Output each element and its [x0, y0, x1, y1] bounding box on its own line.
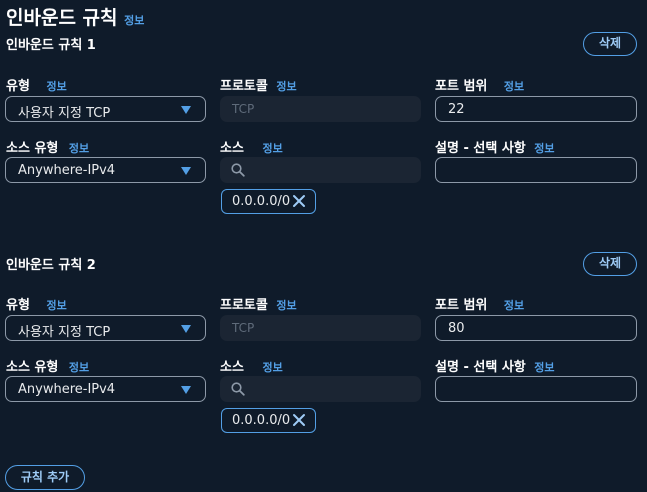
rule-1-port-info-link[interactable]: 정보	[504, 80, 524, 93]
rule-1-desc-label: 설명 - 선택 사항 정보	[435, 141, 555, 156]
rule-2-desc-input[interactable]	[435, 376, 637, 402]
rule-1-delete-button[interactable]: 삭제	[583, 32, 637, 56]
rule-2-source-token-label: 0.0.0.0/0	[232, 413, 291, 428]
rule-1-source-type-value: Anywhere-IPv4	[18, 163, 116, 178]
rule-2-source-info-link[interactable]: 정보	[262, 361, 282, 374]
page-title-text: 인바운드 규칙	[6, 7, 118, 29]
rule-2-protocol-label: 프로토콜 정보	[220, 298, 297, 313]
rule-2-source-type-value: Anywhere-IPv4	[18, 382, 116, 397]
rule-1-protocol-value: TCP	[232, 102, 255, 116]
search-icon	[231, 163, 245, 177]
rule-2-port-input[interactable]: 80	[435, 315, 637, 341]
rule-1-port-label: 포트 범위 정보	[435, 79, 525, 94]
close-icon[interactable]	[291, 193, 307, 209]
rule-1-type-label: 유형 정보	[6, 79, 67, 94]
caret-down-icon	[181, 167, 191, 175]
rule-2-protocol-field: TCP	[220, 315, 421, 341]
rule-1-source-token: 0.0.0.0/0	[221, 189, 316, 214]
caret-down-icon	[181, 386, 191, 394]
caret-down-icon	[181, 325, 191, 333]
page-title: 인바운드 규칙 정보	[6, 3, 144, 30]
rule-1-source-type-info-link[interactable]: 정보	[69, 142, 89, 155]
rule-1-protocol-info-link[interactable]: 정보	[276, 80, 296, 93]
caret-down-icon	[181, 106, 191, 114]
rule-1-port-input[interactable]: 22	[435, 96, 637, 122]
rule-1-protocol-label: 프로토콜 정보	[220, 79, 297, 94]
rule-2-source-type-info-link[interactable]: 정보	[69, 361, 89, 374]
rule-2-type-value: 사용자 지정 TCP	[18, 325, 111, 340]
rule-1-port-value: 22	[448, 102, 465, 117]
rule-1-protocol-field: TCP	[220, 96, 421, 122]
rule-2-type-label: 유형 정보	[6, 298, 67, 313]
rule-2-port-label: 포트 범위 정보	[435, 298, 525, 313]
rule-1-type-value: 사용자 지정 TCP	[18, 106, 111, 121]
rule-1-desc-input[interactable]	[435, 157, 637, 183]
add-rule-button[interactable]: 규칙 추가	[5, 465, 85, 490]
rule-2-port-value: 80	[448, 321, 465, 336]
search-icon	[231, 382, 245, 396]
rule-2-source-label: 소스 정보	[220, 360, 283, 375]
rule-1-source-token-label: 0.0.0.0/0	[232, 194, 291, 209]
close-icon[interactable]	[291, 412, 307, 428]
rule-2-source-type-select[interactable]: Anywhere-IPv4	[5, 376, 206, 402]
rule-1-title: 인바운드 규칙 1	[6, 38, 96, 53]
rule-1-source-label: 소스 정보	[220, 141, 283, 156]
rule-2-type-info-link[interactable]: 정보	[46, 299, 66, 312]
rule-1-source-type-select[interactable]: Anywhere-IPv4	[5, 157, 206, 183]
rule-2-desc-info-link[interactable]: 정보	[534, 361, 554, 374]
rule-2-desc-label: 설명 - 선택 사항 정보	[435, 360, 555, 375]
rule-2-protocol-info-link[interactable]: 정보	[276, 299, 296, 312]
rule-2-title: 인바운드 규칙 2	[6, 258, 96, 273]
rule-1-type-select[interactable]: 사용자 지정 TCP	[5, 96, 206, 122]
rule-2-delete-button[interactable]: 삭제	[583, 252, 637, 276]
rule-1-source-info-link[interactable]: 정보	[262, 142, 282, 155]
rule-1-desc-info-link[interactable]: 정보	[534, 142, 554, 155]
rule-1-source-search-input[interactable]	[220, 157, 421, 183]
rule-1-type-info-link[interactable]: 정보	[46, 80, 66, 93]
rule-2-source-token: 0.0.0.0/0	[221, 408, 316, 433]
rule-2-protocol-value: TCP	[232, 321, 255, 335]
page-title-info-link[interactable]: 정보	[124, 14, 144, 27]
rule-2-source-search-input[interactable]	[220, 376, 421, 402]
rule-2-source-type-label: 소스 유형 정보	[6, 360, 90, 375]
rule-1-source-type-label: 소스 유형 정보	[6, 141, 90, 156]
rule-2-type-select[interactable]: 사용자 지정 TCP	[5, 315, 206, 341]
rule-2-port-info-link[interactable]: 정보	[504, 299, 524, 312]
